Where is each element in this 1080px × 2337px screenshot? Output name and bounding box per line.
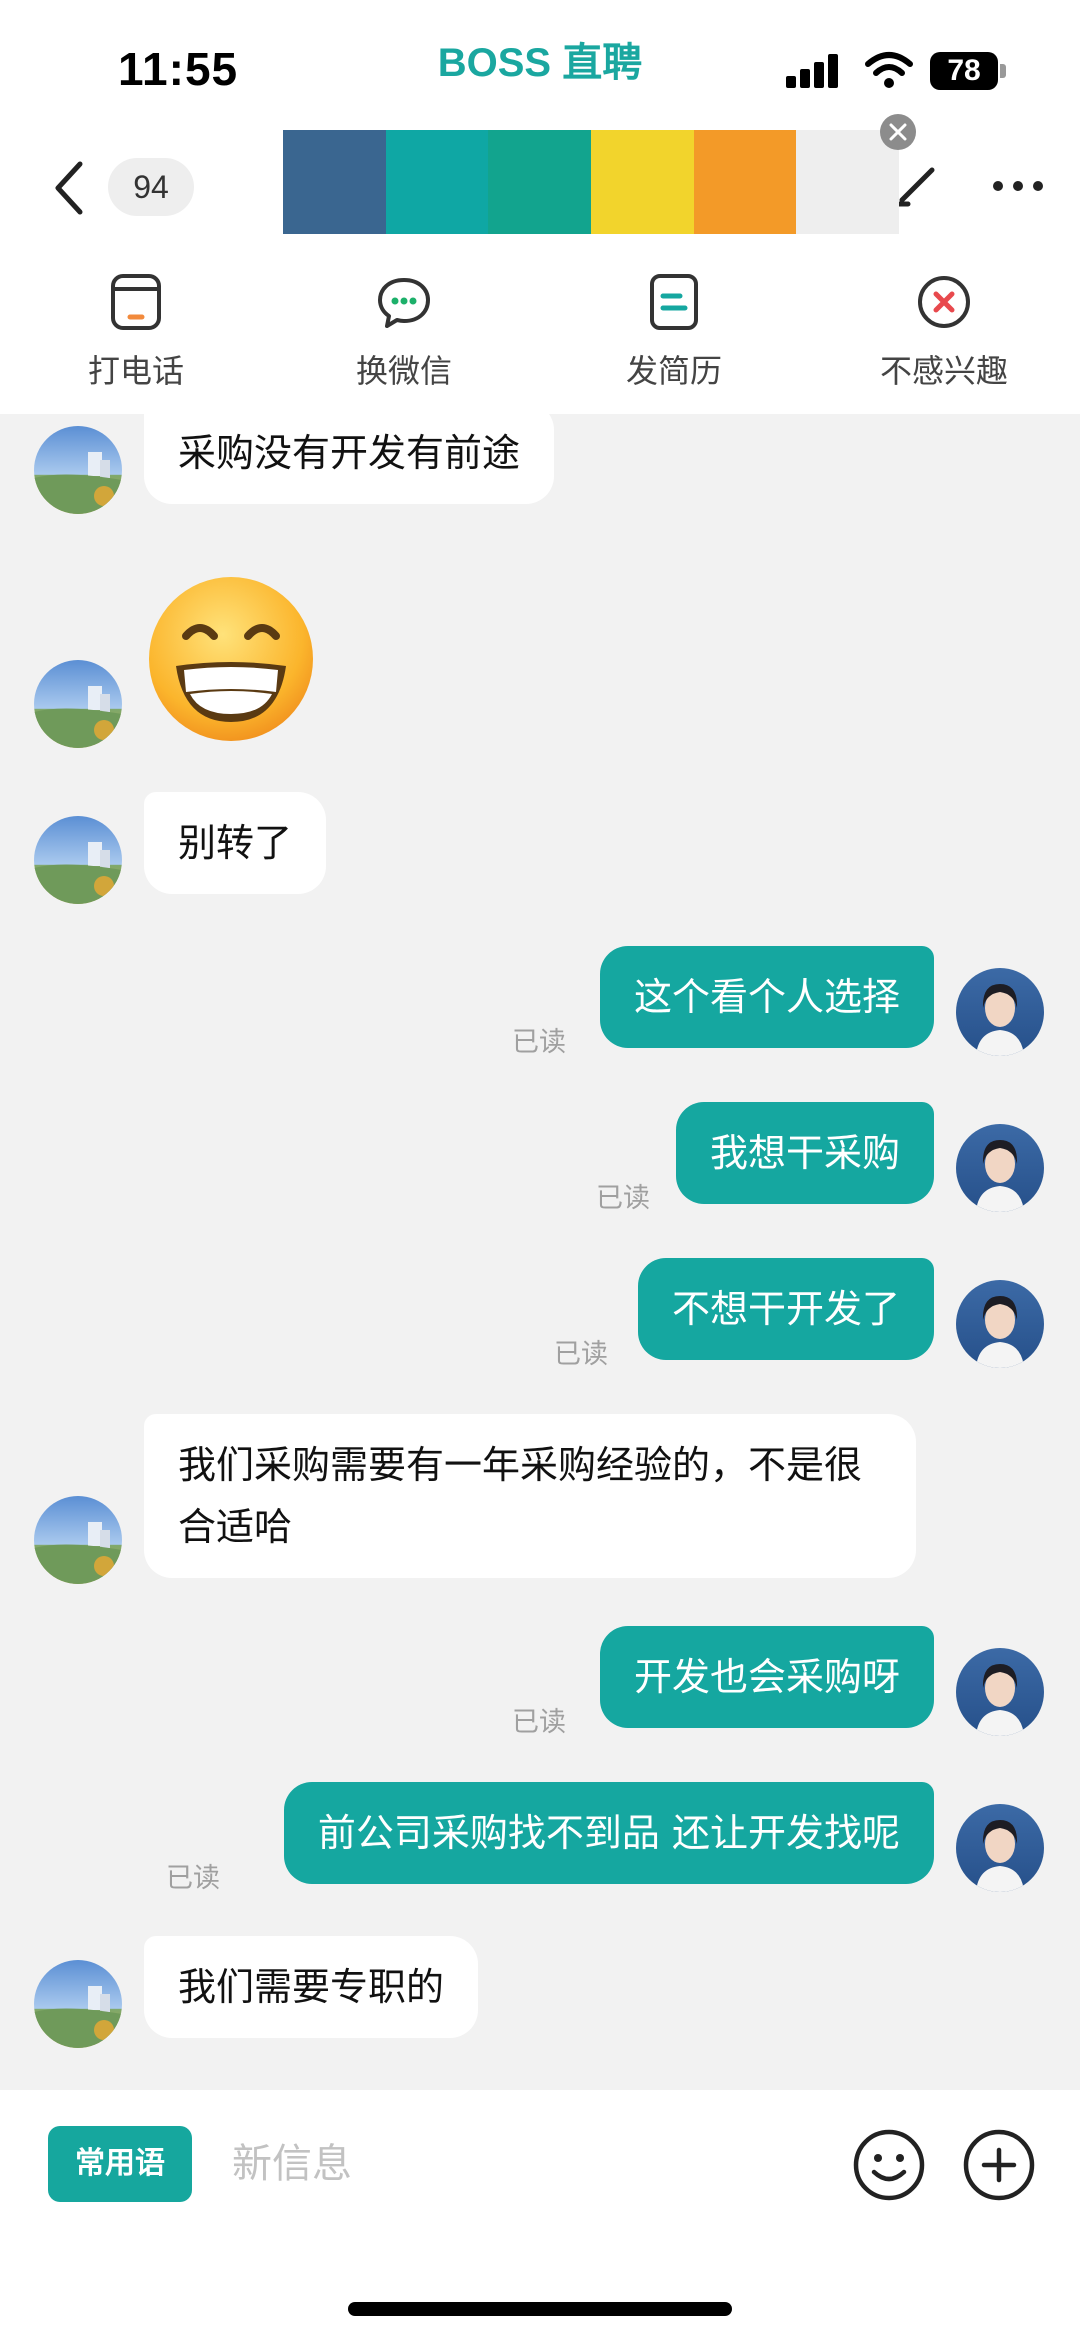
banner-swatch (796, 130, 900, 234)
phone-icon (111, 274, 161, 330)
read-status: 已读 (512, 1707, 566, 1738)
not-interested-icon (918, 276, 970, 328)
banner-swatch (693, 130, 797, 234)
banner-swatch (283, 130, 386, 234)
read-status: 已读 (166, 1863, 220, 1894)
banner-swatch (385, 130, 489, 234)
user-avatar[interactable] (956, 1124, 1044, 1212)
call-button[interactable]: 打电话 (36, 260, 236, 410)
read-status: 已读 (512, 1027, 566, 1058)
read-status: 已读 (554, 1339, 608, 1370)
message-bubble-outgoing[interactable]: 不想干开发了 (637, 1258, 934, 1360)
user-avatar[interactable] (956, 1280, 1044, 1368)
plus-icon[interactable] (962, 2128, 1036, 2202)
banner-swatch (591, 130, 694, 234)
action-label: 发简历 (625, 352, 722, 390)
banner-swatch (488, 130, 592, 234)
emoji-picker-icon[interactable] (852, 2128, 926, 2202)
message-bubble-outgoing[interactable]: 这个看个人选择 (599, 946, 934, 1048)
battery-indicator: 78 (930, 52, 1006, 90)
back-icon[interactable] (48, 158, 88, 218)
message-bubble-incoming[interactable]: 采购没有开发有前途 (144, 414, 555, 504)
read-status: 已读 (596, 1183, 650, 1214)
not-interested-button[interactable]: 不感兴趣 (844, 260, 1044, 410)
message-bubble-outgoing[interactable]: 前公司采购找不到品 还让开发找呢 (283, 1782, 934, 1884)
color-banner[interactable] (283, 130, 900, 234)
message-bubble-incoming[interactable]: 别转了 (144, 792, 327, 894)
more-icon[interactable] (992, 176, 1044, 196)
resume-icon (650, 274, 698, 330)
chat-header: 94 (0, 114, 1080, 240)
chat-messages[interactable]: 采购没有开发有前途 别转了 已读 这个看个人选择 已读 我想干采购 已读 不想干… (0, 414, 1080, 2090)
message-bubble-outgoing[interactable]: 开发也会采购呀 (599, 1626, 934, 1728)
send-resume-button[interactable]: 发简历 (574, 260, 774, 410)
action-row: 打电话 换微信 发简历 不感兴趣 (0, 260, 1080, 410)
user-avatar[interactable] (956, 1648, 1044, 1736)
message-input[interactable] (232, 2126, 792, 2202)
message-bubble-outgoing[interactable]: 我想干采购 (675, 1102, 934, 1204)
battery-level: 78 (947, 54, 981, 87)
contact-avatar[interactable] (34, 1496, 122, 1584)
wechat-icon (378, 278, 430, 328)
unread-count-badge[interactable]: 94 (108, 158, 194, 216)
signal-icon (786, 54, 838, 88)
home-indicator[interactable] (348, 2302, 732, 2316)
common-phrases-button[interactable]: 常用语 (48, 2126, 192, 2202)
contact-avatar[interactable] (34, 426, 122, 514)
user-avatar[interactable] (956, 968, 1044, 1056)
portrait-avatar-image (956, 968, 1044, 1056)
edit-icon[interactable] (892, 160, 942, 210)
wifi-icon (865, 52, 913, 88)
message-bubble-incoming[interactable]: 我们需要专职的 (144, 1936, 479, 2038)
action-label: 打电话 (87, 352, 184, 390)
app-brand: BOSS 直聘 (437, 41, 643, 85)
banner-close-icon[interactable] (880, 114, 916, 150)
message-bubble-incoming[interactable]: 我们采购需要有一年采购经验的，不是很合适哈 (144, 1414, 916, 1578)
contact-avatar[interactable] (34, 660, 122, 748)
contact-avatar[interactable] (34, 816, 122, 904)
input-bar: 常用语 (0, 2090, 1080, 2337)
landscape-avatar-image (34, 426, 122, 514)
action-label: 不感兴趣 (879, 352, 1008, 390)
user-avatar[interactable] (956, 1804, 1044, 1892)
exchange-wechat-button[interactable]: 换微信 (304, 260, 504, 410)
grinning-face-emoji[interactable] (146, 574, 316, 744)
action-label: 换微信 (355, 352, 452, 390)
contact-avatar[interactable] (34, 1960, 122, 2048)
status-bar: 11:55 BOSS 直聘 78 (0, 0, 1080, 130)
